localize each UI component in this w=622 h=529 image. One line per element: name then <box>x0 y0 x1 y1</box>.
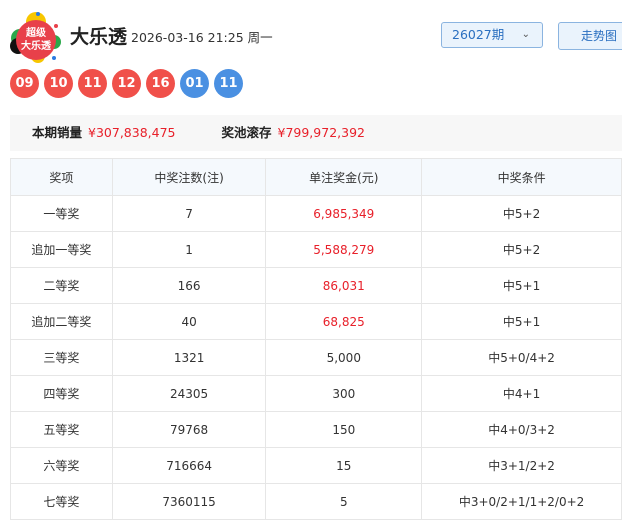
prize-name: 追加二等奖 <box>10 303 113 340</box>
win-condition: 中5+2 <box>421 195 622 232</box>
table-row: 追加二等奖 40 68,825 中5+1 <box>10 303 622 340</box>
pool-label: 奖池滚存 <box>221 125 272 140</box>
prize-name: 一等奖 <box>10 195 113 232</box>
col-condition: 中奖条件 <box>421 158 622 196</box>
prize-amount: 5,588,279 <box>265 231 423 268</box>
win-condition: 中4+0/3+2 <box>421 411 622 448</box>
sales-value: ¥307,838,475 <box>88 125 176 140</box>
front-ball: 12 <box>112 69 141 98</box>
col-count: 中奖注数(注) <box>111 158 267 196</box>
lottery-title: 大乐透 <box>70 26 128 48</box>
winner-count: 24305 <box>111 375 267 412</box>
prize-amount: 5,000 <box>265 339 423 376</box>
prize-amount: 86,031 <box>265 267 423 304</box>
trend-chart-button[interactable]: 走势图 <box>558 22 622 50</box>
prize-amount: 300 <box>265 375 423 412</box>
front-ball: 16 <box>146 69 175 98</box>
win-condition: 中3+0/2+1/1+2/0+2 <box>421 483 622 520</box>
svg-text:大乐透: 大乐透 <box>21 39 52 52</box>
win-condition: 中5+2 <box>421 231 622 268</box>
table-row: 五等奖 79768 150 中4+0/3+2 <box>10 411 622 448</box>
front-ball: 10 <box>44 69 73 98</box>
lottery-logo: 超级 大乐透 <box>10 12 61 63</box>
winner-count: 1 <box>111 231 267 268</box>
prize-amount: 5 <box>265 483 423 520</box>
win-condition: 中5+0/4+2 <box>421 339 622 376</box>
prize-name: 四等奖 <box>10 375 113 412</box>
prize-table: 奖项 中奖注数(注) 单注奖金(元) 中奖条件 一等奖 7 6,985,349 中5+… <box>10 158 622 520</box>
pool-value: ¥799,972,392 <box>277 125 365 140</box>
winner-count: 7360115 <box>111 483 267 520</box>
prize-name: 六等奖 <box>10 447 113 484</box>
front-ball: 11 <box>78 69 107 98</box>
prize-amount: 68,825 <box>265 303 423 340</box>
table-row: 七等奖 7360115 5 中3+0/2+1/1+2/0+2 <box>10 483 622 520</box>
winner-count: 716664 <box>111 447 267 484</box>
win-condition: 中5+1 <box>421 303 622 340</box>
back-ball: 11 <box>214 69 243 98</box>
winner-count: 40 <box>111 303 267 340</box>
table-row: 六等奖 716664 15 中3+1/2+2 <box>10 447 622 484</box>
prize-amount: 6,985,349 <box>265 195 423 232</box>
winning-numbers: 09 10 11 12 16 01 11 <box>10 69 243 98</box>
winner-count: 79768 <box>111 411 267 448</box>
table-row: 二等奖 166 86,031 中5+1 <box>10 267 622 304</box>
prize-name: 五等奖 <box>10 411 113 448</box>
draw-datetime: 2026-03-16 21:25 周一 <box>131 30 273 45</box>
col-amount: 单注奖金(元) <box>265 158 423 196</box>
sales-summary: 本期销量 ¥307,838,475 奖池滚存 ¥799,972,392 <box>10 115 622 151</box>
winner-count: 166 <box>111 267 267 304</box>
svg-text:超级: 超级 <box>25 26 47 39</box>
prize-name: 二等奖 <box>10 267 113 304</box>
back-ball: 01 <box>180 69 209 98</box>
table-row: 追加一等奖 1 5,588,279 中5+2 <box>10 231 622 268</box>
table-row: 一等奖 7 6,985,349 中5+2 <box>10 195 622 232</box>
chevron-down-icon: ⌄ <box>521 29 530 40</box>
win-condition: 中5+1 <box>421 267 622 304</box>
prize-amount: 150 <box>265 411 423 448</box>
table-row: 三等奖 1321 5,000 中5+0/4+2 <box>10 339 622 376</box>
col-prize: 奖项 <box>10 158 113 196</box>
winner-count: 7 <box>111 195 267 232</box>
prize-name: 七等奖 <box>10 483 113 520</box>
win-condition: 中4+1 <box>421 375 622 412</box>
table-row: 四等奖 24305 300 中4+1 <box>10 375 622 412</box>
sales-label: 本期销量 <box>32 125 83 140</box>
prize-name: 三等奖 <box>10 339 113 376</box>
prize-amount: 15 <box>265 447 423 484</box>
front-ball: 09 <box>10 69 39 98</box>
issue-value: 26027期 <box>452 27 505 42</box>
issue-select[interactable]: 26027期 ⌄ <box>441 22 543 48</box>
win-condition: 中3+1/2+2 <box>421 447 622 484</box>
winner-count: 1321 <box>111 339 267 376</box>
prize-name: 追加一等奖 <box>10 231 113 268</box>
